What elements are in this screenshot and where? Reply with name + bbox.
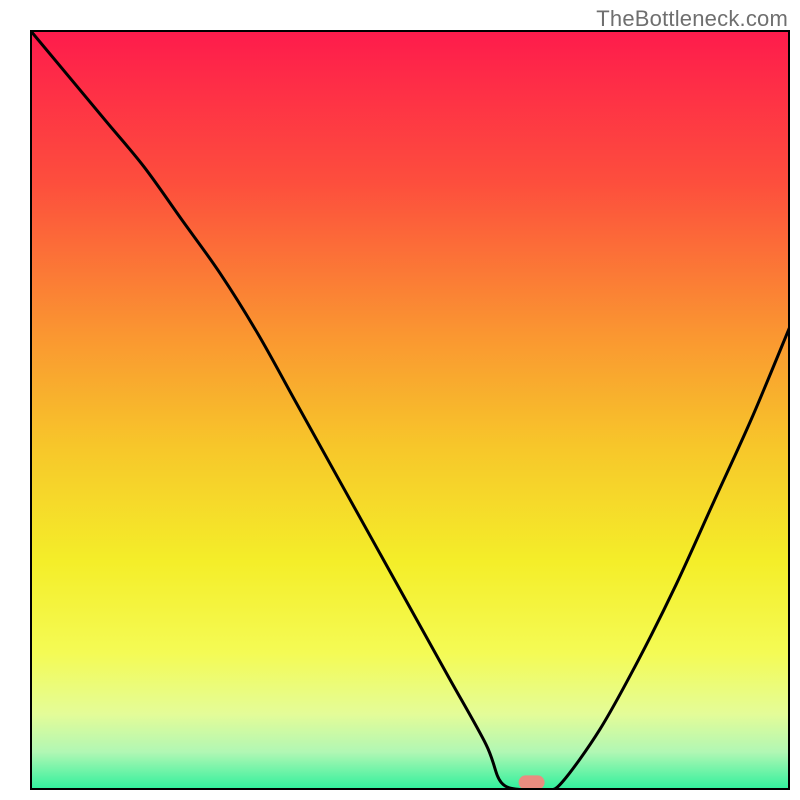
plot-area (30, 30, 790, 791)
watermark-text: TheBottleneck.com (596, 6, 788, 32)
bottleneck-chart (0, 0, 800, 800)
chart-container: TheBottleneck.com (0, 0, 800, 800)
gradient-background (30, 30, 790, 790)
optimal-marker-icon (519, 775, 545, 789)
